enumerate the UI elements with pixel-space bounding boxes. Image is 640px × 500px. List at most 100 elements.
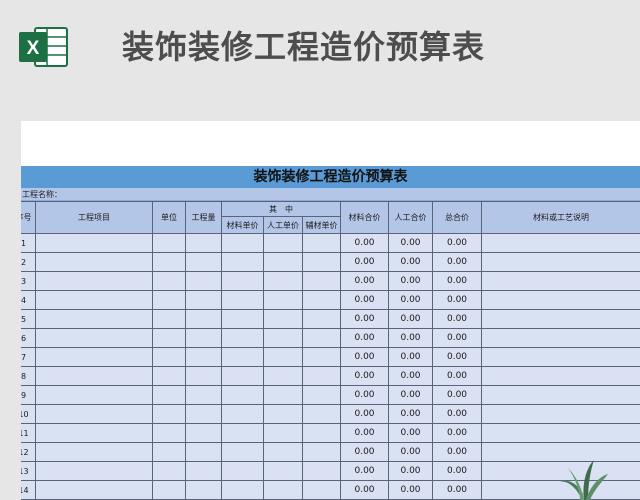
cell-material-price[interactable] <box>221 328 264 348</box>
cell-aux-price[interactable] <box>301 461 342 481</box>
cell-labor-total[interactable]: 0.00 <box>388 290 434 310</box>
cell-material-total[interactable]: 0.00 <box>340 328 390 348</box>
cell-notes[interactable] <box>481 404 640 424</box>
cell-total[interactable]: 0.00 <box>432 233 483 253</box>
cell-material-total[interactable]: 0.00 <box>340 233 390 253</box>
cell-item[interactable] <box>35 347 153 367</box>
cell-unit[interactable] <box>152 347 186 367</box>
cell-material-price[interactable] <box>221 366 264 386</box>
cell-labor-total[interactable]: 0.00 <box>388 461 434 481</box>
cell-quantity[interactable] <box>185 271 222 291</box>
cell-labor-price[interactable] <box>263 290 303 310</box>
cell-notes[interactable] <box>481 233 640 253</box>
cell-material-price[interactable] <box>221 442 264 462</box>
cell-seq[interactable]: 5 <box>21 309 36 329</box>
cell-item[interactable] <box>35 328 153 348</box>
cell-quantity[interactable] <box>185 366 222 386</box>
cell-labor-price[interactable] <box>263 442 303 462</box>
cell-labor-price[interactable] <box>263 423 303 443</box>
cell-aux-price[interactable] <box>301 404 342 424</box>
cell-material-total[interactable]: 0.00 <box>340 442 390 462</box>
cell-seq[interactable]: 2 <box>21 252 36 272</box>
cell-aux-price[interactable] <box>301 328 342 348</box>
cell-total[interactable]: 0.00 <box>432 480 483 500</box>
cell-total[interactable]: 0.00 <box>432 347 483 367</box>
cell-seq[interactable]: 10 <box>21 404 36 424</box>
cell-labor-price[interactable] <box>263 366 303 386</box>
cell-aux-price[interactable] <box>301 252 342 272</box>
cell-seq[interactable]: 4 <box>21 290 36 310</box>
cell-labor-total[interactable]: 0.00 <box>388 442 434 462</box>
cell-quantity[interactable] <box>185 385 222 405</box>
cell-unit[interactable] <box>152 271 186 291</box>
cell-labor-total[interactable]: 0.00 <box>388 347 434 367</box>
cell-seq[interactable]: 8 <box>21 366 36 386</box>
cell-total[interactable]: 0.00 <box>432 366 483 386</box>
cell-labor-total[interactable]: 0.00 <box>388 309 434 329</box>
cell-labor-total[interactable]: 0.00 <box>388 366 434 386</box>
cell-labor-total[interactable]: 0.00 <box>388 385 434 405</box>
cell-total[interactable]: 0.00 <box>432 423 483 443</box>
cell-labor-price[interactable] <box>263 385 303 405</box>
cell-aux-price[interactable] <box>301 290 342 310</box>
cell-unit[interactable] <box>152 328 186 348</box>
cell-seq[interactable]: 7 <box>21 347 36 367</box>
cell-total[interactable]: 0.00 <box>432 385 483 405</box>
cell-labor-total[interactable]: 0.00 <box>388 233 434 253</box>
cell-labor-price[interactable] <box>263 480 303 500</box>
cell-seq[interactable]: 13 <box>21 461 36 481</box>
cell-item[interactable] <box>35 233 153 253</box>
cell-aux-price[interactable] <box>301 233 342 253</box>
cell-quantity[interactable] <box>185 461 222 481</box>
cell-labor-price[interactable] <box>263 309 303 329</box>
cell-material-total[interactable]: 0.00 <box>340 404 390 424</box>
cell-aux-price[interactable] <box>301 309 342 329</box>
cell-item[interactable] <box>35 423 153 443</box>
cell-notes[interactable] <box>481 328 640 348</box>
cell-material-total[interactable]: 0.00 <box>340 309 390 329</box>
cell-quantity[interactable] <box>185 290 222 310</box>
cell-total[interactable]: 0.00 <box>432 271 483 291</box>
cell-unit[interactable] <box>152 404 186 424</box>
cell-labor-total[interactable]: 0.00 <box>388 480 434 500</box>
cell-quantity[interactable] <box>185 404 222 424</box>
cell-material-total[interactable]: 0.00 <box>340 252 390 272</box>
cell-material-total[interactable]: 0.00 <box>340 385 390 405</box>
cell-item[interactable] <box>35 385 153 405</box>
cell-total[interactable]: 0.00 <box>432 309 483 329</box>
cell-labor-price[interactable] <box>263 328 303 348</box>
cell-notes[interactable] <box>481 347 640 367</box>
cell-material-total[interactable]: 0.00 <box>340 290 390 310</box>
cell-material-price[interactable] <box>221 385 264 405</box>
cell-total[interactable]: 0.00 <box>432 328 483 348</box>
cell-unit[interactable] <box>152 385 186 405</box>
cell-labor-total[interactable]: 0.00 <box>388 271 434 291</box>
cell-material-price[interactable] <box>221 233 264 253</box>
cell-unit[interactable] <box>152 366 186 386</box>
cell-aux-price[interactable] <box>301 442 342 462</box>
cell-quantity[interactable] <box>185 309 222 329</box>
cell-unit[interactable] <box>152 442 186 462</box>
cell-quantity[interactable] <box>185 252 222 272</box>
cell-seq[interactable]: 12 <box>21 442 36 462</box>
cell-seq[interactable]: 3 <box>21 271 36 291</box>
cell-labor-price[interactable] <box>263 404 303 424</box>
cell-material-price[interactable] <box>221 423 264 443</box>
cell-quantity[interactable] <box>185 328 222 348</box>
cell-material-price[interactable] <box>221 461 264 481</box>
cell-labor-price[interactable] <box>263 252 303 272</box>
cell-labor-total[interactable]: 0.00 <box>388 328 434 348</box>
cell-total[interactable]: 0.00 <box>432 290 483 310</box>
cell-item[interactable] <box>35 461 153 481</box>
cell-aux-price[interactable] <box>301 366 342 386</box>
cell-unit[interactable] <box>152 480 186 500</box>
cell-seq[interactable]: 6 <box>21 328 36 348</box>
cell-material-price[interactable] <box>221 347 264 367</box>
cell-material-price[interactable] <box>221 271 264 291</box>
cell-unit[interactable] <box>152 290 186 310</box>
cell-aux-price[interactable] <box>301 480 342 500</box>
cell-notes[interactable] <box>481 385 640 405</box>
cell-notes[interactable] <box>481 423 640 443</box>
cell-quantity[interactable] <box>185 347 222 367</box>
cell-seq[interactable]: 1 <box>21 233 36 253</box>
